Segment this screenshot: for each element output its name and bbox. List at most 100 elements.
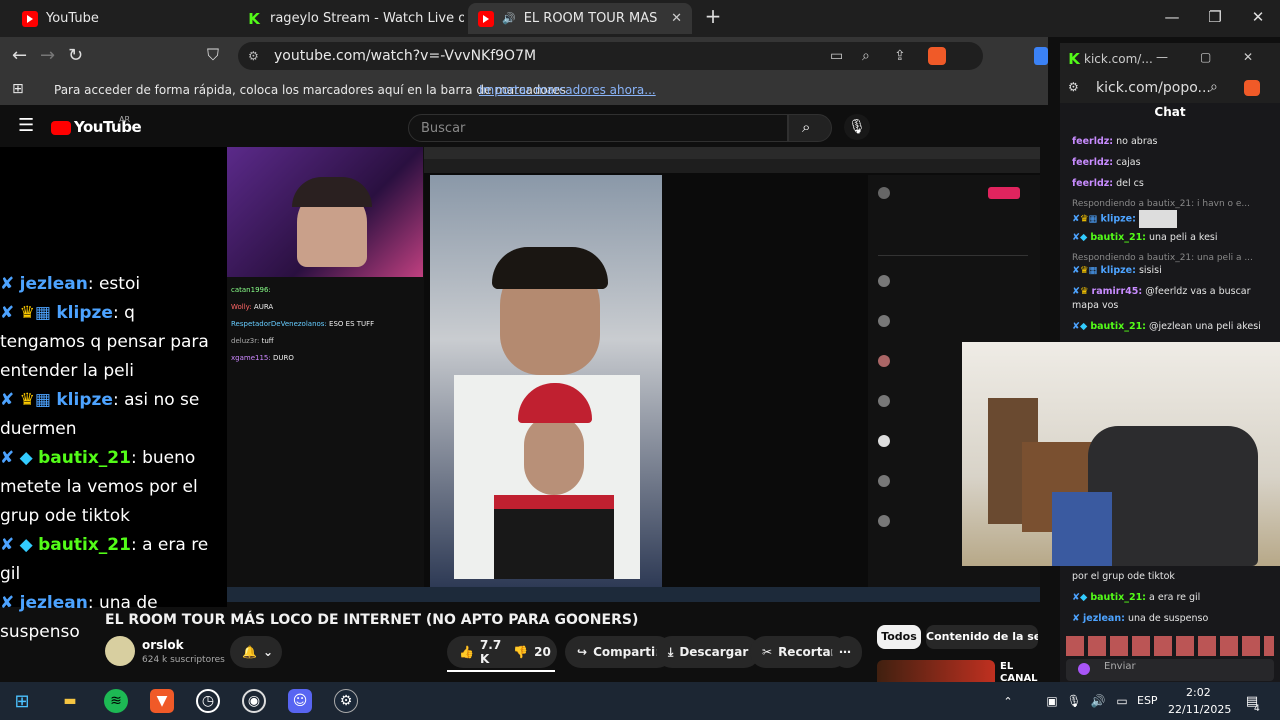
download-icon: ⤓ <box>668 644 674 659</box>
avatar <box>878 475 890 487</box>
import-bookmarks-link[interactable]: Importar marcadores ahora... <box>479 83 656 97</box>
avatar <box>878 315 890 327</box>
video-player[interactable]: catan1996: Wolly: AURA RespetadorDeVenez… <box>227 147 1040 602</box>
crown-badge-icon: ♛ <box>1079 265 1089 276</box>
stream-chat-line: xgame115: DURO <box>231 354 294 362</box>
kick-window-title: kick.com/... <box>1084 52 1153 66</box>
obs-icon[interactable]: ◉ <box>242 689 266 713</box>
tab-video[interactable]: 🔊 EL ROOM TOUR MÁS LOCO D ✕ <box>468 3 692 34</box>
bell-icon: 🔔 <box>242 645 257 659</box>
brave-shield-icon[interactable] <box>928 47 946 65</box>
site-info-icon[interactable]: ⚙ <box>1068 80 1079 94</box>
microphone-icon[interactable]: 🎙 <box>844 114 870 140</box>
send-placeholder: Enviar <box>1104 661 1136 672</box>
sword-badge-icon: ✘ <box>1072 286 1080 297</box>
youtube-favicon-icon <box>478 10 494 27</box>
download-button[interactable]: ⤓ Descargar <box>656 636 761 668</box>
close-window-button[interactable]: ✕ <box>1248 8 1268 26</box>
chip-series[interactable]: Contenido de la serie <box>926 625 1038 649</box>
volume-icon[interactable]: 🔊 <box>1086 689 1110 713</box>
close-tab-icon[interactable]: ✕ <box>671 11 682 26</box>
microphone-icon[interactable] <box>1078 663 1090 675</box>
clock-app-icon[interactable]: ◷ <box>196 689 220 713</box>
recommendation-title[interactable]: EL CANAL CALIENTE <box>1000 661 1046 682</box>
search-button[interactable]: ⌕ <box>788 114 832 142</box>
tab-title: YouTube <box>46 11 99 26</box>
chat-message: ✘◆ bautix_21: a era re gil <box>1072 592 1201 603</box>
kick-address-bar[interactable]: ⚙ kick.com/popo... ⌕ <box>1060 73 1280 103</box>
thumbs-up-icon[interactable]: 👍 <box>459 645 474 659</box>
bookmark-icon[interactable]: ⛉ <box>207 45 219 65</box>
tray-app-icon[interactable]: ▣ <box>1040 689 1064 713</box>
youtube-favicon-icon <box>22 10 38 27</box>
share-icon: ↪ <box>577 645 588 659</box>
channel-avatar[interactable] <box>105 636 135 666</box>
tab-kick[interactable]: K rageylo Stream - Watch Live on Kick <box>236 3 464 34</box>
address-bar[interactable]: ⚙ youtube.com/watch?v=-VvvNKf9O7M ▭ ⌕ ⇪ <box>238 42 983 70</box>
zoom-icon[interactable]: ⌕ <box>862 48 870 64</box>
notification-count: 4 <box>1254 704 1260 714</box>
emote-bar[interactable] <box>1066 636 1274 656</box>
clock-date[interactable]: 22/11/2025 <box>1168 703 1231 716</box>
cube-badge-icon: ◆ <box>19 448 33 468</box>
minimize-button[interactable]: — <box>1156 50 1168 64</box>
chat-header: Chat <box>1154 105 1186 119</box>
chevron-up-icon[interactable]: ⌃ <box>996 689 1020 713</box>
share-icon[interactable]: ⇪ <box>894 48 906 64</box>
url-text: youtube.com/watch?v=-VvvNKf9O7M <box>274 48 537 64</box>
maximize-button[interactable]: ▢ <box>1200 50 1211 64</box>
chip-all[interactable]: Todos <box>877 625 921 649</box>
windows-start-icon[interactable]: ⊞ <box>10 689 34 713</box>
file-explorer-icon[interactable]: ▬ <box>58 689 82 713</box>
chat-line: ✘ ◆ bautix_21: bueno metete la vemos por… <box>0 448 198 526</box>
notification-bell-button[interactable]: 🔔 ⌄ <box>230 636 282 668</box>
more-actions-button[interactable]: ⋯ <box>832 636 862 668</box>
youtube-logo-text[interactable]: YouTube <box>74 118 142 136</box>
new-tab-button[interactable]: + <box>703 4 723 28</box>
brave-shield-icon[interactable] <box>1244 80 1260 96</box>
brave-browser-icon[interactable]: ▼ <box>150 689 174 713</box>
dislike-count[interactable]: 20 <box>534 645 551 659</box>
back-arrow-icon[interactable]: ← <box>12 45 27 66</box>
forward-arrow-icon[interactable]: → <box>40 45 55 66</box>
extension-icon[interactable] <box>1034 47 1048 65</box>
subscriber-count: 624 k suscriptores <box>142 655 225 665</box>
inner-taskbar <box>227 587 1040 602</box>
channel-name[interactable]: orslok <box>142 638 184 652</box>
site-info-icon[interactable]: ⚙ <box>248 49 259 63</box>
language-indicator[interactable]: ESP <box>1137 694 1158 707</box>
zoom-icon[interactable]: ⌕ <box>1210 79 1218 95</box>
chat-input[interactable]: Enviar <box>1066 659 1274 681</box>
notifications-icon[interactable]: ▤ <box>1240 689 1264 713</box>
microphone-tray-icon[interactable]: 🎙 <box>1062 689 1086 713</box>
reload-icon[interactable]: ↻ <box>68 45 83 66</box>
steam-icon[interactable]: ⚙ <box>334 689 358 713</box>
streamer-hair <box>292 177 372 207</box>
reply-context: Respondiendo a bautix_21: una peli a ... <box>1072 253 1253 263</box>
recommendation-thumbnail[interactable] <box>877 660 995 682</box>
inner-browser-tabs <box>424 147 1040 159</box>
chat-message: ✘♛▦ klipze: <box>1072 210 1272 228</box>
inner-browser-toolbar <box>424 159 1040 173</box>
chat-message: ✘♛▦ klipze: sisisi <box>1072 265 1162 276</box>
network-icon[interactable]: ▭ <box>1110 689 1134 713</box>
menu-hamburger-icon[interactable]: ☰ <box>18 115 34 136</box>
search-input[interactable]: Buscar <box>408 114 788 142</box>
clock-time[interactable]: 2:02 <box>1186 686 1211 699</box>
apps-grid-icon[interactable]: ⊞ <box>12 81 24 97</box>
tiktok-video <box>430 175 662 587</box>
like-count[interactable]: 7.7 K <box>480 638 501 666</box>
close-window-button[interactable]: ✕ <box>1243 50 1253 64</box>
cast-icon[interactable]: ▭ <box>830 48 843 64</box>
spotify-icon[interactable]: ≋ <box>104 689 128 713</box>
youtube-logo-icon[interactable] <box>51 121 71 135</box>
kick-url-text: kick.com/popo... <box>1096 80 1211 96</box>
chat-message: feerldz: no abras <box>1072 136 1158 147</box>
discord-icon[interactable]: ☺ <box>288 689 312 713</box>
maximize-button[interactable]: ❐ <box>1205 8 1225 26</box>
thumbs-down-icon[interactable]: 👎 <box>513 645 528 659</box>
minimize-button[interactable]: — <box>1162 8 1182 26</box>
tab-youtube[interactable]: YouTube <box>12 3 232 34</box>
sword-badge-icon: ✘ <box>0 390 15 410</box>
stream-chat-overlay: catan1996: Wolly: AURA RespetadorDeVenez… <box>227 282 423 382</box>
